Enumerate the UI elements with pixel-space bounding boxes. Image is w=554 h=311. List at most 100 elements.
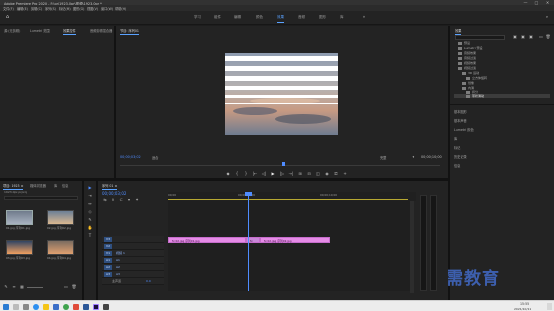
snap-icon[interactable]: ∩ [110,197,116,203]
ripple-edit-tool-icon[interactable]: ↔ [86,201,94,207]
new-bin-icon[interactable]: ▭ [538,34,544,40]
track-header-v3[interactable]: V3 [102,236,164,243]
explorer-icon[interactable] [43,303,49,310]
button-editor-button[interactable]: + [341,171,349,177]
workspace-editing[interactable]: 编辑 [234,15,241,20]
add-marker-button[interactable]: ◆ [224,171,232,177]
section-lumetri-color[interactable]: Lumetri 颜色 [454,127,474,132]
go-to-out-button[interactable]: →| [287,171,295,177]
master-volume[interactable]: 0.0 [146,279,151,283]
section-info[interactable]: 信息 [454,163,460,168]
tree-item-video-transitions[interactable]: 视频过渡 [458,66,476,70]
time-ruler[interactable]: 00;00 00;00;05;00 00;00;10;00 [168,192,416,201]
zoom-slider[interactable] [27,286,43,288]
timeline-clip[interactable]: fx 02.jpg 序列02.jpg [260,237,330,243]
type-tool-icon[interactable]: T [86,233,94,239]
track-header-a2[interactable]: A2 A2 [102,264,164,271]
vr-view-button[interactable]: ⎚ [332,171,340,177]
linked-selection-icon[interactable]: ⊂ [118,197,124,203]
export-frame-button[interactable]: ◫ [314,171,322,177]
track-select-tool-icon[interactable]: ⇥ [86,193,94,199]
task-view-icon[interactable] [23,303,29,310]
tab-lumetri-scopes[interactable]: Lumetri 范围 [30,28,50,33]
delete-icon[interactable]: 🗑 [545,34,551,40]
effects-search-input[interactable] [455,35,505,40]
tree-item-audio-effects[interactable]: 音频效果 [458,51,476,55]
chrome-icon[interactable] [63,303,69,310]
project-item[interactable]: 03.jpg 序列03.jpg [6,240,33,260]
tab-audio-mixer[interactable]: 音频剪辑混合器 [90,28,112,33]
section-history[interactable]: 历史记录 [454,154,467,159]
app-icon[interactable] [73,303,79,310]
lock-icon[interactable]: ✎ [3,284,9,290]
track-header-a1[interactable]: A1 A1 [102,257,164,264]
track-area[interactable] [168,201,412,291]
zoom-select[interactable]: 适合 [152,155,158,160]
tab-project[interactable]: 项目: 1923 ≡ [3,183,24,190]
search-icon[interactable] [13,303,19,310]
project-item[interactable]: 01.jpg 序列01.jpg [6,210,33,230]
project-search-input[interactable] [4,196,78,200]
icon-view-icon[interactable]: ▦ [19,284,25,290]
workspace-assembly[interactable]: 组件 [214,15,221,20]
premiere-icon[interactable] [93,303,99,310]
tree-item-band-slide[interactable]: 带状滑动 [466,94,484,98]
section-essential-sound[interactable]: 基本声音 [454,118,467,123]
tab-effect-controls[interactable]: 效果控件 [63,28,76,35]
tree-item-3d-motion[interactable]: 3D 运动 [462,71,479,75]
tab-source[interactable]: 源:(无剪辑) [4,28,20,33]
project-item[interactable]: 02.jpg 序列02.jpg [47,210,74,230]
tree-item-audio-transitions[interactable]: 音频过渡 [458,56,476,60]
timeline-vertical-scrollbar[interactable] [410,201,414,293]
razor-tool-icon[interactable]: ◇ [86,209,94,215]
timeline-timecode[interactable]: 00;00;03;02 [102,191,126,196]
program-monitor-tab[interactable]: 节目: 序列01 [120,28,139,35]
monitor-playhead[interactable] [282,162,285,166]
workspace-color[interactable]: 颜色 [256,15,263,20]
track-header-v1[interactable]: V1 视频 1 [102,250,164,257]
section-libraries[interactable]: 库 [454,136,457,141]
go-to-in-button[interactable]: |← [251,171,259,177]
monitor-scrub-bar[interactable] [120,165,440,166]
workspace-audio[interactable]: 音频 [298,15,305,20]
tab-media-browser[interactable]: 媒体浏览器 [30,183,46,188]
work-area-bar[interactable] [168,199,408,200]
section-essential-graphics[interactable]: 基本图形 [454,109,467,114]
track-header-v2[interactable]: V2 [102,243,164,250]
new-bin-icon[interactable]: ▭ [63,284,69,290]
effects-panel-tab[interactable]: 效果 [455,28,462,35]
mark-in-button[interactable]: { [233,171,241,177]
mark-out-button[interactable]: } [242,171,250,177]
step-back-button[interactable]: ◁| [260,171,268,177]
timeline-tab[interactable]: 序列 01 ≡ [102,183,118,190]
step-forward-button[interactable]: |▷ [278,171,286,177]
app-icon[interactable] [53,303,59,310]
tree-item-lumetri-presets[interactable]: Lumetri 预设 [458,46,483,50]
workspace-effects[interactable]: 效果 [277,15,284,23]
start-icon[interactable] [3,303,9,310]
pen-tool-icon[interactable]: ✎ [86,217,94,223]
list-view-icon[interactable]: ≡ [11,284,17,290]
playhead-timecode[interactable]: 00;00;03;02 [120,155,141,159]
word-icon[interactable] [83,303,89,310]
32bit-effects-icon[interactable]: ▣ [520,34,526,40]
tree-item-cube-spin[interactable]: 立方体旋转 [466,76,487,80]
search-icon[interactable]: ⌕ [543,14,551,20]
tree-item-presets[interactable]: 预设 [458,41,470,45]
app-icon[interactable] [103,303,109,310]
tree-item-iris[interactable]: 划像 [462,81,474,85]
section-markers[interactable]: 标记 [454,145,460,150]
project-item[interactable]: 04.jpg 序列04.jpg [47,240,74,260]
workspace-libraries[interactable]: 库 [340,15,344,20]
more-workspaces-icon[interactable]: » [361,14,367,20]
accelerated-effects-icon[interactable]: ▣ [512,34,518,40]
compare-view-button[interactable]: ◉ [323,171,331,177]
lift-button[interactable]: ⊞ [296,171,304,177]
track-header-a3[interactable]: A3 A3 [102,271,164,278]
tab-libraries[interactable]: 库 [54,183,57,188]
add-marker-icon[interactable]: ▾ [126,197,132,203]
yuv-effects-icon[interactable]: ▣ [528,34,534,40]
track-header-master[interactable]: 主声道 0.0 [102,278,164,285]
extract-button[interactable]: ⊟ [305,171,313,177]
notification-icon[interactable] [547,303,552,310]
